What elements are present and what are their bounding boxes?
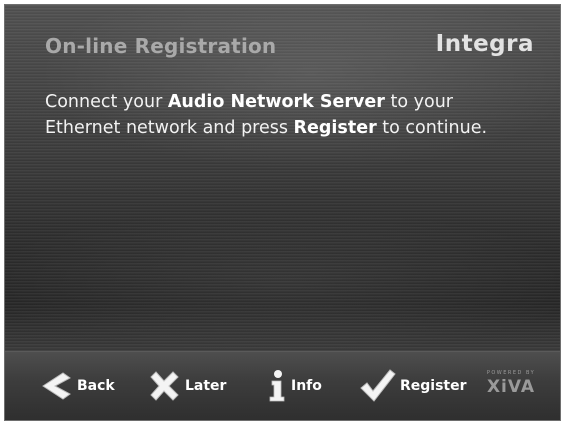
instruction-message: Connect your Audio Network Server to you…	[45, 89, 525, 141]
brand-logo: Integra	[435, 31, 534, 57]
later-label: Later	[185, 378, 227, 394]
later-button[interactable]: Later	[147, 366, 226, 406]
info-button[interactable]: Info	[267, 366, 322, 406]
dialog-frame: On-line Registration Integra Connect you…	[4, 4, 561, 421]
back-label: Back	[77, 378, 115, 394]
powered-by-label: POWERED BY	[486, 370, 536, 376]
back-button[interactable]: Back	[39, 366, 115, 406]
xiva-logo: XiVA	[486, 377, 536, 397]
xiva-badge: POWERED BY XiVA	[481, 370, 541, 397]
action-bar: Back Later Info Register POWERED BY XiVA	[5, 351, 560, 420]
message-text-3: to continue.	[376, 118, 488, 138]
info-label: Info	[291, 378, 322, 394]
register-label: Register	[400, 378, 467, 394]
chevron-left-icon	[39, 369, 73, 403]
x-cross-icon	[147, 369, 181, 403]
message-server-name: Audio Network Server	[167, 92, 385, 112]
info-icon	[267, 369, 287, 403]
message-text-1: Connect your	[45, 92, 168, 112]
dialog-content: On-line Registration Integra Connect you…	[5, 5, 560, 351]
message-register-word: Register	[293, 118, 377, 138]
page-title: On-line Registration	[45, 34, 277, 58]
checkmark-icon	[358, 368, 396, 404]
register-button[interactable]: Register	[358, 366, 467, 406]
